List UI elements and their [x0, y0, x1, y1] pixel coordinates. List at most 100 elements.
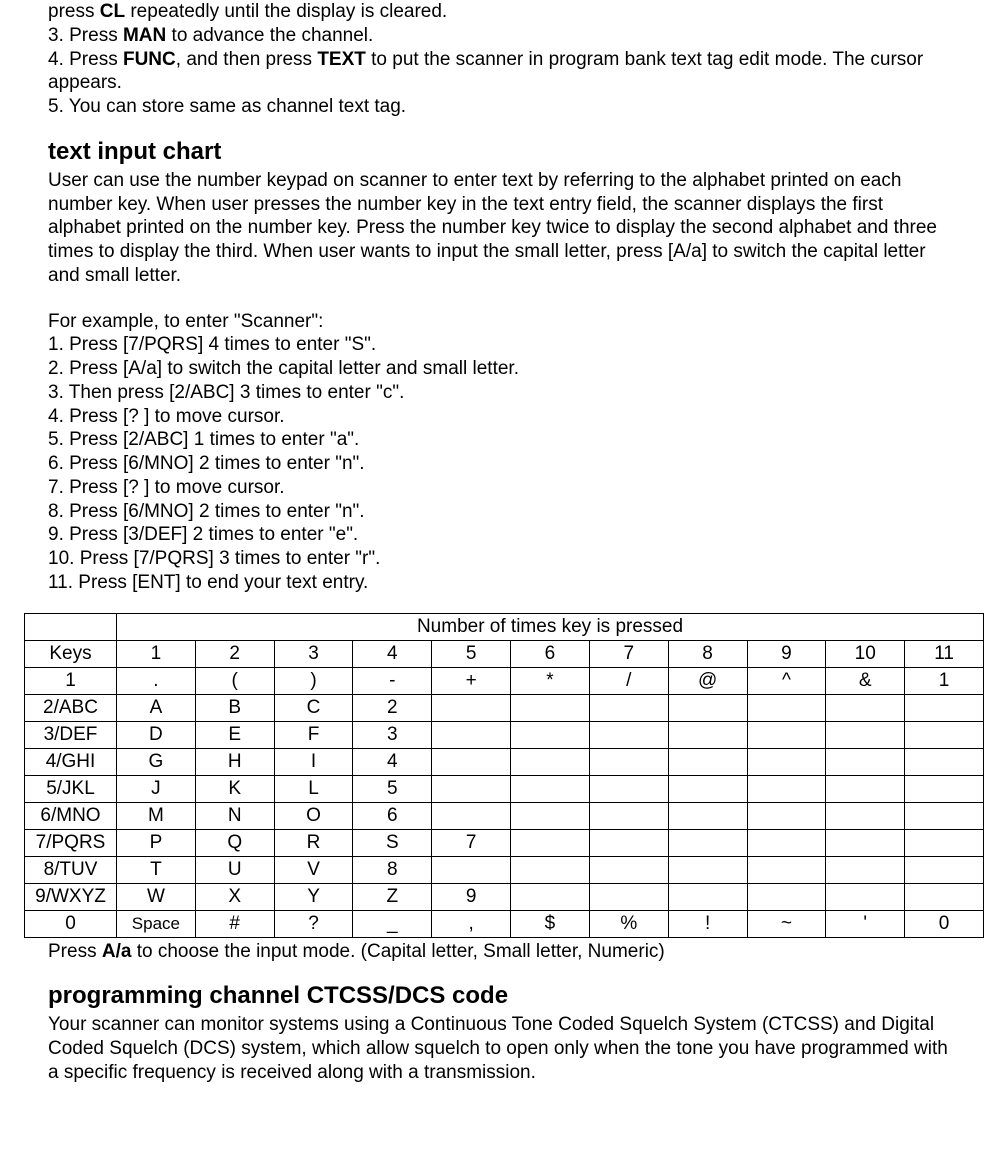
example-step: 3. Then press [2/ABC] 3 times to enter "… [48, 381, 952, 405]
example-step: 2. Press [A/a] to switch the capital let… [48, 357, 952, 381]
table-cell: W [117, 883, 196, 910]
table-cell: ^ [747, 667, 826, 694]
table-cell: % [589, 910, 668, 937]
table-cell: _ [353, 910, 432, 937]
table-row: 4/GHI G H I 4 [25, 748, 984, 775]
table-cell [905, 775, 984, 802]
table-cell: Z [353, 883, 432, 910]
table-cell [589, 721, 668, 748]
table-cell [589, 694, 668, 721]
table-cell: 1 [25, 667, 117, 694]
table-cell [511, 721, 590, 748]
table-cell: 8 [668, 640, 747, 667]
table-cell: 10 [826, 640, 905, 667]
table-cell [905, 802, 984, 829]
table-cell: M [117, 802, 196, 829]
text: , and then press [176, 49, 318, 70]
table-cell [747, 694, 826, 721]
table-cell: 1 [117, 640, 196, 667]
table-cell [25, 613, 117, 640]
table-cell: 4/GHI [25, 748, 117, 775]
section-paragraph: Your scanner can monitor systems using a… [48, 1013, 952, 1084]
table-header-span: Number of times key is pressed [117, 613, 984, 640]
table-cell: K [195, 775, 274, 802]
table-cell [432, 748, 511, 775]
table-cell: 7 [589, 640, 668, 667]
table-cell: 11 [905, 640, 984, 667]
table-cell [511, 802, 590, 829]
table-cell: ' [826, 910, 905, 937]
key-name: FUNC [123, 49, 176, 70]
table-cell: T [117, 856, 196, 883]
table-cell: 7/PQRS [25, 829, 117, 856]
table-cell: I [274, 748, 353, 775]
text: repeatedly until the display is cleared. [125, 1, 447, 22]
table-cell [432, 775, 511, 802]
table-cell [905, 829, 984, 856]
table-cell: ) [274, 667, 353, 694]
table-cell: 2 [195, 640, 274, 667]
table-row: Number of times key is pressed [25, 613, 984, 640]
table-cell: - [353, 667, 432, 694]
table-cell [668, 694, 747, 721]
table-cell [511, 829, 590, 856]
table-cell [747, 721, 826, 748]
table-row: 3/DEF D E F 3 [25, 721, 984, 748]
table-cell: R [274, 829, 353, 856]
table-cell: Y [274, 883, 353, 910]
table-cell [589, 856, 668, 883]
section-heading-ctcss-dcs: programming channel CTCSS/DCS code [48, 981, 952, 1011]
table-cell: 3/DEF [25, 721, 117, 748]
text: Press [48, 941, 102, 962]
table-cell [511, 694, 590, 721]
table-row: 5/JKL J K L 5 [25, 775, 984, 802]
table-cell: 5/JKL [25, 775, 117, 802]
table-cell: 2/ABC [25, 694, 117, 721]
table-cell [826, 829, 905, 856]
table-cell: 2 [353, 694, 432, 721]
section-heading-text-input-chart: text input chart [48, 137, 952, 167]
table-cell [826, 721, 905, 748]
example-step: 5. Press [2/ABC] 1 times to enter "a". [48, 428, 952, 452]
table-cell: 1 [905, 667, 984, 694]
table-cell [905, 748, 984, 775]
example-step: 9. Press [3/DEF] 2 times to enter "e". [48, 523, 952, 547]
table-cell: 6 [511, 640, 590, 667]
table-cell [826, 775, 905, 802]
table-cell [668, 802, 747, 829]
table-cell [905, 856, 984, 883]
table-cell [511, 775, 590, 802]
table-cell [432, 802, 511, 829]
text-input-chart-table: Number of times key is pressed Keys 1 2 … [24, 613, 984, 938]
table-note: Press A/a to choose the input mode. (Cap… [48, 940, 952, 964]
table-cell: U [195, 856, 274, 883]
table-cell: 8/TUV [25, 856, 117, 883]
table-cell: O [274, 802, 353, 829]
text: 3. Press [48, 25, 123, 46]
table-cell: & [826, 667, 905, 694]
text: to choose the input mode. (Capital lette… [131, 941, 664, 962]
table-cell: X [195, 883, 274, 910]
table-cell: 4 [353, 748, 432, 775]
key-name: CL [100, 1, 125, 22]
table-cell: $ [511, 910, 590, 937]
table-cell: Keys [25, 640, 117, 667]
table-row: 0 Space # ? _ , $ % ! ~ ' 0 [25, 910, 984, 937]
intro-line-0: press CL repeatedly until the display is… [48, 0, 952, 24]
table-cell: Q [195, 829, 274, 856]
table-cell [668, 883, 747, 910]
document-body: press CL repeatedly until the display is… [48, 0, 952, 1085]
table-cell [589, 829, 668, 856]
table-cell [905, 883, 984, 910]
table-cell [432, 694, 511, 721]
table-cell [747, 748, 826, 775]
key-name: A/a [102, 941, 132, 962]
table-cell [747, 883, 826, 910]
example-step: 6. Press [6/MNO] 2 times to enter "n". [48, 452, 952, 476]
example-step: 11. Press [ENT] to end your text entry. [48, 571, 952, 595]
table-cell: A [117, 694, 196, 721]
table-cell [668, 829, 747, 856]
table-cell: @ [668, 667, 747, 694]
table-cell: # [195, 910, 274, 937]
table-cell: / [589, 667, 668, 694]
